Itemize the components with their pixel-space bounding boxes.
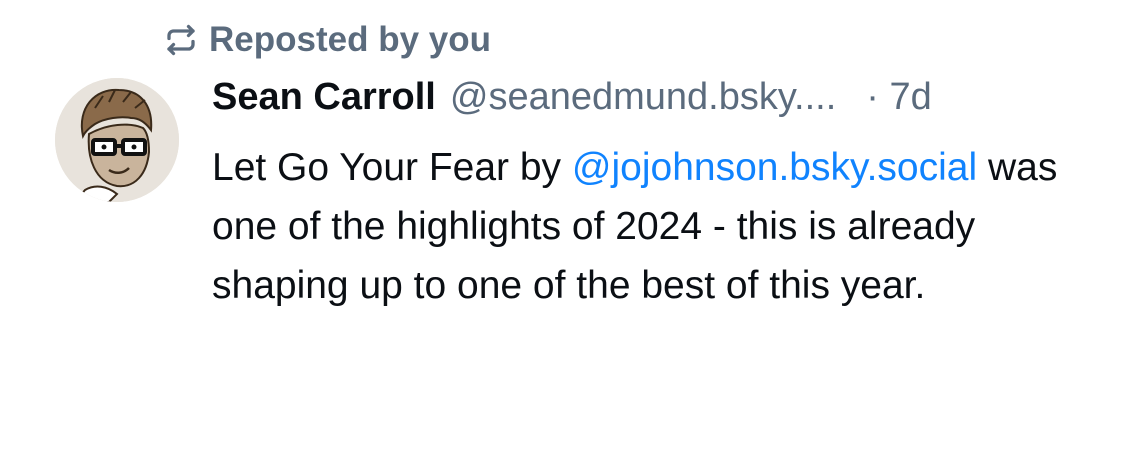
avatar[interactable] (55, 78, 179, 202)
cartoon-avatar-icon (55, 78, 179, 202)
repost-indicator[interactable]: Reposted by you (163, 18, 491, 62)
post-text-before: Let Go Your Fear by (212, 146, 572, 189)
repost-label: Reposted by you (209, 20, 491, 59)
author-name[interactable]: Sean Carroll (212, 76, 436, 119)
post-header: Sean Carroll @seanedmund.bsky.... · 7d (212, 76, 1092, 128)
author-handle[interactable]: @seanedmund.bsky.... (450, 76, 836, 119)
post[interactable]: Sean Carroll @seanedmund.bsky.... · 7d L… (212, 76, 1092, 315)
post-text: Let Go Your Fear by @jojohnson.bsky.soci… (212, 138, 1072, 315)
mention-link[interactable]: @jojohnson.bsky.social (572, 146, 977, 189)
repost-icon (163, 22, 199, 58)
post-time[interactable]: · 7d (866, 76, 931, 119)
